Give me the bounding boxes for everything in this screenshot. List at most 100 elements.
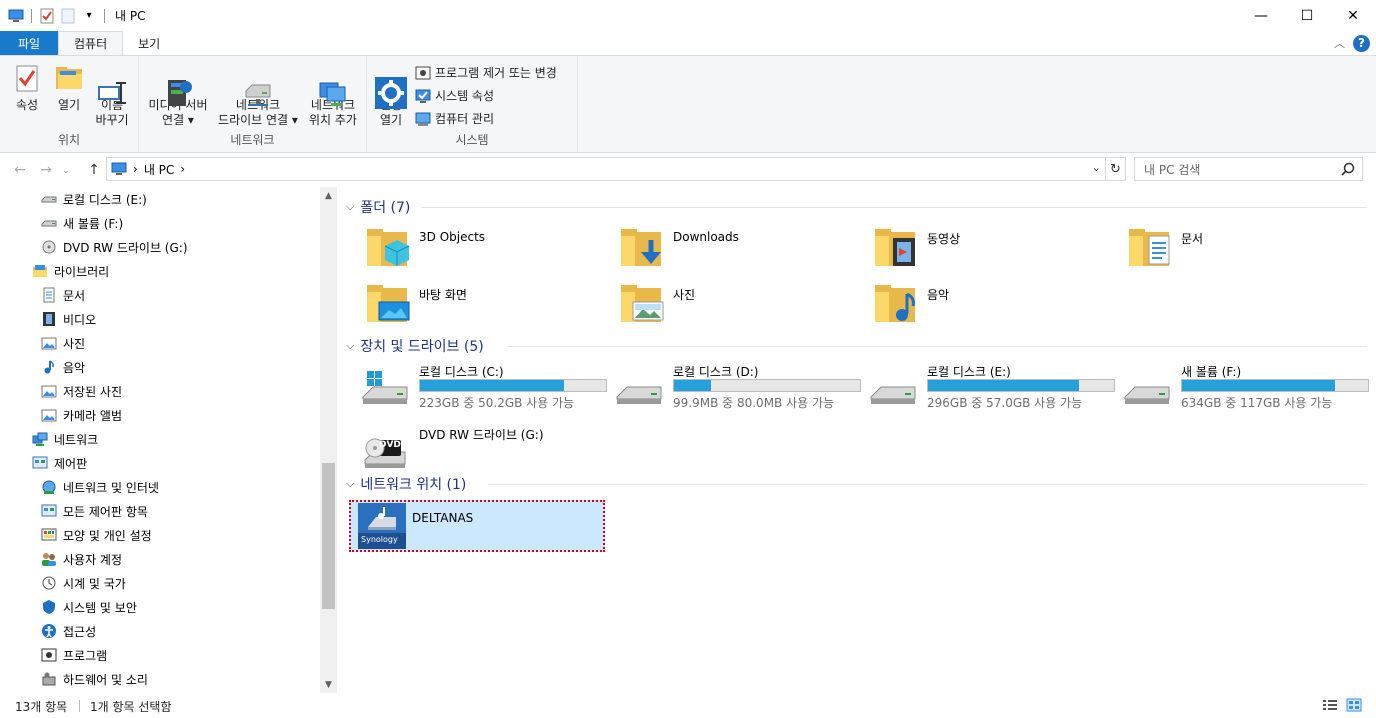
navigation-scrollbar[interactable]: ▲ ▼ [320,187,337,693]
scroll-down-icon[interactable]: ▼ [320,676,337,693]
sidebar-item[interactable]: 새 볼륨 (F:) [41,212,123,234]
folder-label: 3D Objects [419,230,486,244]
sidebar-item[interactable]: 네트워크 [32,428,98,450]
uninstall-program-button[interactable]: 프로그램 제거 또는 변경 [415,64,557,81]
sidebar-item[interactable]: 로컬 디스크 (E:) [41,188,147,210]
sidebar-item[interactable]: 사진 [41,332,85,354]
refresh-icon[interactable]: ↻ [1106,157,1126,181]
network-section-header[interactable]: ⌵ 네트워크 위치 (1) [346,473,466,495]
sidebar-item[interactable]: 저장된 사진 [41,380,122,402]
scroll-thumb[interactable] [322,463,335,609]
sidebar-item[interactable]: 시계 및 국가 [41,572,126,594]
programs-icon [41,647,57,663]
map-network-drive-button[interactable]: 네트워크 드라이브 연결 ▾ [215,62,301,128]
qat-dropdown-icon[interactable]: ▾ [81,8,97,24]
forward-arrow-icon[interactable]: → [34,162,58,178]
address-dropdown-icon[interactable]: ⌄ [1092,161,1101,174]
new-folder-icon[interactable] [60,8,76,24]
system-properties-button[interactable]: 시스템 속성 [415,87,494,104]
large-icons-view-icon[interactable] [1346,698,1362,712]
sidebar-item[interactable]: 사용자 계정 [41,548,122,570]
search-icon[interactable] [1341,162,1355,176]
folder-tile[interactable]: 음악 [865,280,1119,330]
system-properties-icon [415,88,431,104]
sidebar-item[interactable]: 제어판 [32,452,87,474]
tab-file[interactable]: 파일 [0,31,58,55]
folder-icon [365,224,413,272]
hard-drive-icon [361,367,409,415]
sidebar-item[interactable]: 비디오 [41,308,96,330]
sidebar-item[interactable]: 네트워크 및 인터넷 [41,476,159,498]
media-server-button[interactable]: 미디어 서버 연결 ▾ [145,62,211,128]
sidebar-item-label: 시스템 및 보안 [63,600,137,615]
computer-management-button[interactable]: 컴퓨터 관리 [415,110,494,127]
folder-tile[interactable]: 동영상 [865,224,1119,274]
sidebar-item-label: 시계 및 국가 [63,576,126,591]
tab-view[interactable]: 보기 [123,31,175,55]
close-button[interactable]: ✕ [1330,0,1376,31]
drive-tile[interactable]: 새 볼륨 (F:) 634GB 중 117GB 사용 가능 [1115,363,1369,423]
drive-icon [41,215,57,231]
maximize-button[interactable]: ☐ [1284,0,1330,31]
document-icon [41,287,57,303]
details-view-icon[interactable] [1322,698,1338,712]
properties-icon[interactable] [39,8,55,24]
sidebar-item[interactable]: 카메라 앨범 [41,404,122,426]
sidebar-item-label: DVD RW 드라이브 (G:) [63,240,188,255]
folder-tile[interactable]: 사진 [611,280,865,330]
dvd-drive-icon: DVD [361,430,409,478]
sidebar-item[interactable]: 시스템 및 보안 [41,596,137,618]
open-button[interactable]: 열기 [52,62,86,113]
tab-computer[interactable]: 컴퓨터 [58,31,124,55]
rename-icon [96,62,128,104]
folder-tile[interactable]: Downloads [611,224,865,274]
sidebar-item[interactable]: 라이브러리 [32,260,109,282]
sidebar-item[interactable]: 프로그램 [41,644,107,666]
drives-section-header[interactable]: ⌵ 장치 및 드라이브 (5) [346,335,484,357]
sidebar-item[interactable]: DVD RW 드라이브 (G:) [41,236,188,258]
rename-button[interactable]: 이름 바꾸기 [92,62,132,128]
ribbon-group-system: 설정 열기 프로그램 제거 또는 변경 시스템 속성 컴퓨터 관리 시스템 [367,56,578,152]
breadcrumb-separator[interactable]: › [133,162,138,176]
network-drive-icon [242,62,274,106]
recent-dropdown-icon[interactable]: ⌄ [58,165,74,176]
drive-tile[interactable]: 로컬 디스크 (D:) 99.9MB 중 80.0MB 사용 가능 [607,363,861,423]
up-arrow-icon[interactable]: ↑ [82,162,106,178]
nas-tile-deltanas[interactable]: Synology DELTANAS [349,500,605,552]
help-icon[interactable]: ? [1353,34,1370,52]
drive-tile[interactable]: 로컬 디스크 (C:) 223GB 중 50.2GB 사용 가능 [353,363,607,423]
folder-tile[interactable]: 3D Objects [357,224,611,274]
collapse-chevron-icon[interactable]: ⌵ [346,477,354,491]
drive-label: 로컬 디스크 (D:) [673,365,759,379]
sidebar-item[interactable]: 문서 [41,284,85,306]
properties-button[interactable]: 속성 [10,62,44,113]
breadcrumb-this-pc[interactable]: 내 PC [144,161,174,178]
scroll-up-icon[interactable]: ▲ [320,187,337,204]
drive-tile[interactable]: 로컬 디스크 (E:) 296GB 중 57.0GB 사용 가능 [861,363,1115,423]
sidebar-item-label: 하드웨어 및 소리 [63,672,148,687]
sidebar-item[interactable]: 하드웨어 및 소리 [41,668,148,690]
open-settings-button[interactable]: 설정 열기 [371,62,411,128]
group-label-network: 네트워크 [230,133,275,147]
computer-management-icon [415,111,431,127]
drive-usage-bar [419,379,607,392]
search-input[interactable]: 내 PC 검색 [1134,157,1363,181]
breadcrumb-separator[interactable]: › [180,162,185,176]
sidebar-item[interactable]: 접근성 [41,620,96,642]
minimize-button[interactable]: — [1238,0,1284,31]
network-icon [32,431,48,447]
sidebar-item-label: 사용자 계정 [63,552,123,567]
back-arrow-icon[interactable]: ← [8,162,32,178]
add-network-location-button[interactable]: 네트워크 위치 추가 [305,62,361,128]
library-icon [32,263,48,279]
address-bar[interactable]: › 내 PC › ⌄ [106,157,1106,181]
collapse-chevron-icon[interactable]: ⌵ [346,200,354,214]
folders-section-header[interactable]: ⌵ 폴더 (7) [346,196,410,218]
folder-tile[interactable]: 문서 [1119,224,1373,274]
sidebar-item[interactable]: 음악 [41,356,85,378]
collapse-chevron-icon[interactable]: ⌵ [346,339,354,353]
sidebar-item[interactable]: 모양 및 개인 설정 [41,524,152,546]
collapse-ribbon-icon[interactable]: ︿ [1334,35,1345,51]
folder-tile[interactable]: 바탕 화면 [357,280,611,330]
sidebar-item[interactable]: 모든 제어판 항목 [41,500,148,522]
